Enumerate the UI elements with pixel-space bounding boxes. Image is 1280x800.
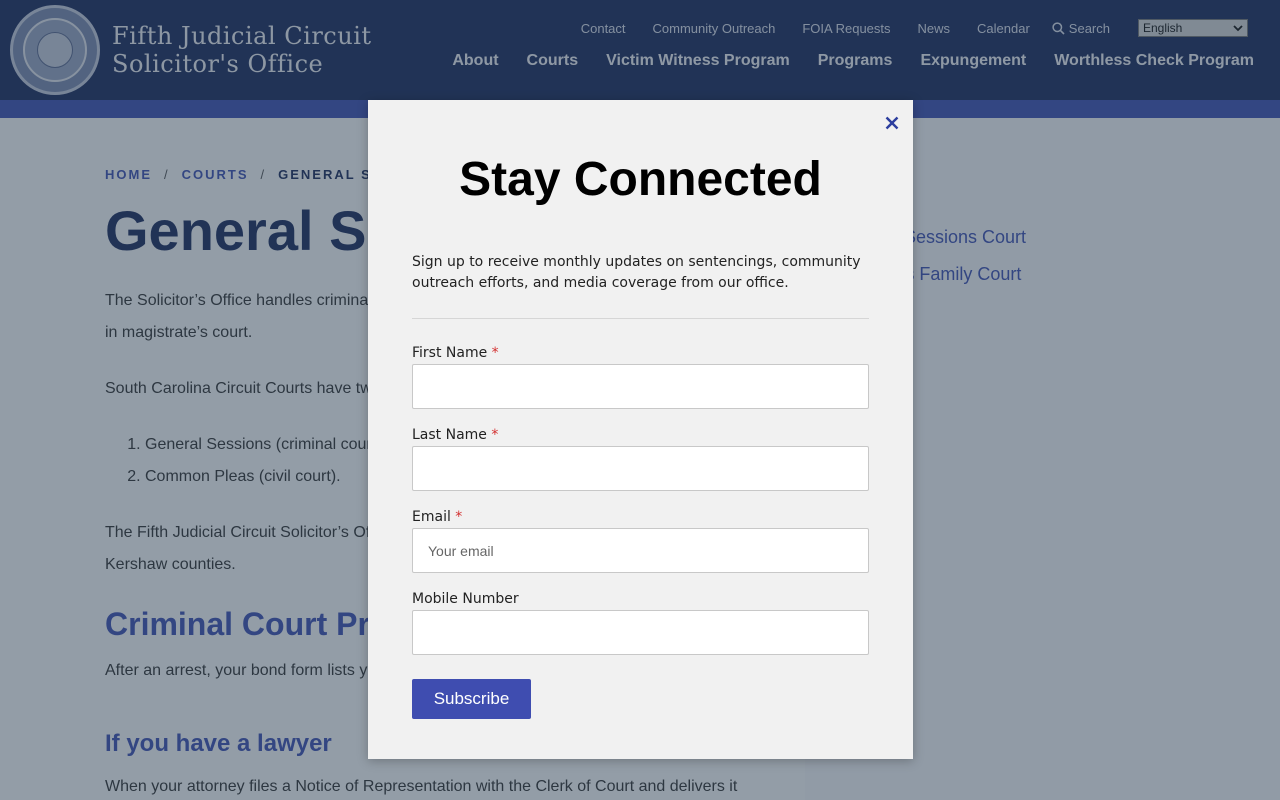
email-label-text: Email <box>412 509 451 525</box>
email-label: Email * <box>412 509 462 525</box>
last-name-label: Last Name * <box>412 427 498 443</box>
required-marker: * <box>491 427 499 443</box>
close-icon <box>885 116 899 130</box>
last-name-input[interactable] <box>412 446 869 491</box>
required-marker: * <box>491 345 499 361</box>
required-marker: * <box>455 509 463 525</box>
mobile-number-label: Mobile Number <box>412 591 519 607</box>
first-name-label: First Name * <box>412 345 499 361</box>
modal-title: Stay Connected <box>459 153 822 206</box>
modal-description: Sign up to receive monthly updates on se… <box>412 254 861 291</box>
last-name-label-text: Last Name <box>412 427 487 443</box>
close-button[interactable] <box>881 112 903 134</box>
first-name-label-text: First Name <box>412 345 488 361</box>
mobile-number-label-text: Mobile Number <box>412 591 519 607</box>
subscribe-button[interactable]: Subscribe <box>412 679 531 719</box>
modal-divider <box>412 318 869 319</box>
newsletter-modal: Stay Connected Sign up to receive monthl… <box>368 100 913 759</box>
email-input[interactable] <box>412 528 869 573</box>
mobile-number-input[interactable] <box>412 610 869 655</box>
first-name-input[interactable] <box>412 364 869 409</box>
